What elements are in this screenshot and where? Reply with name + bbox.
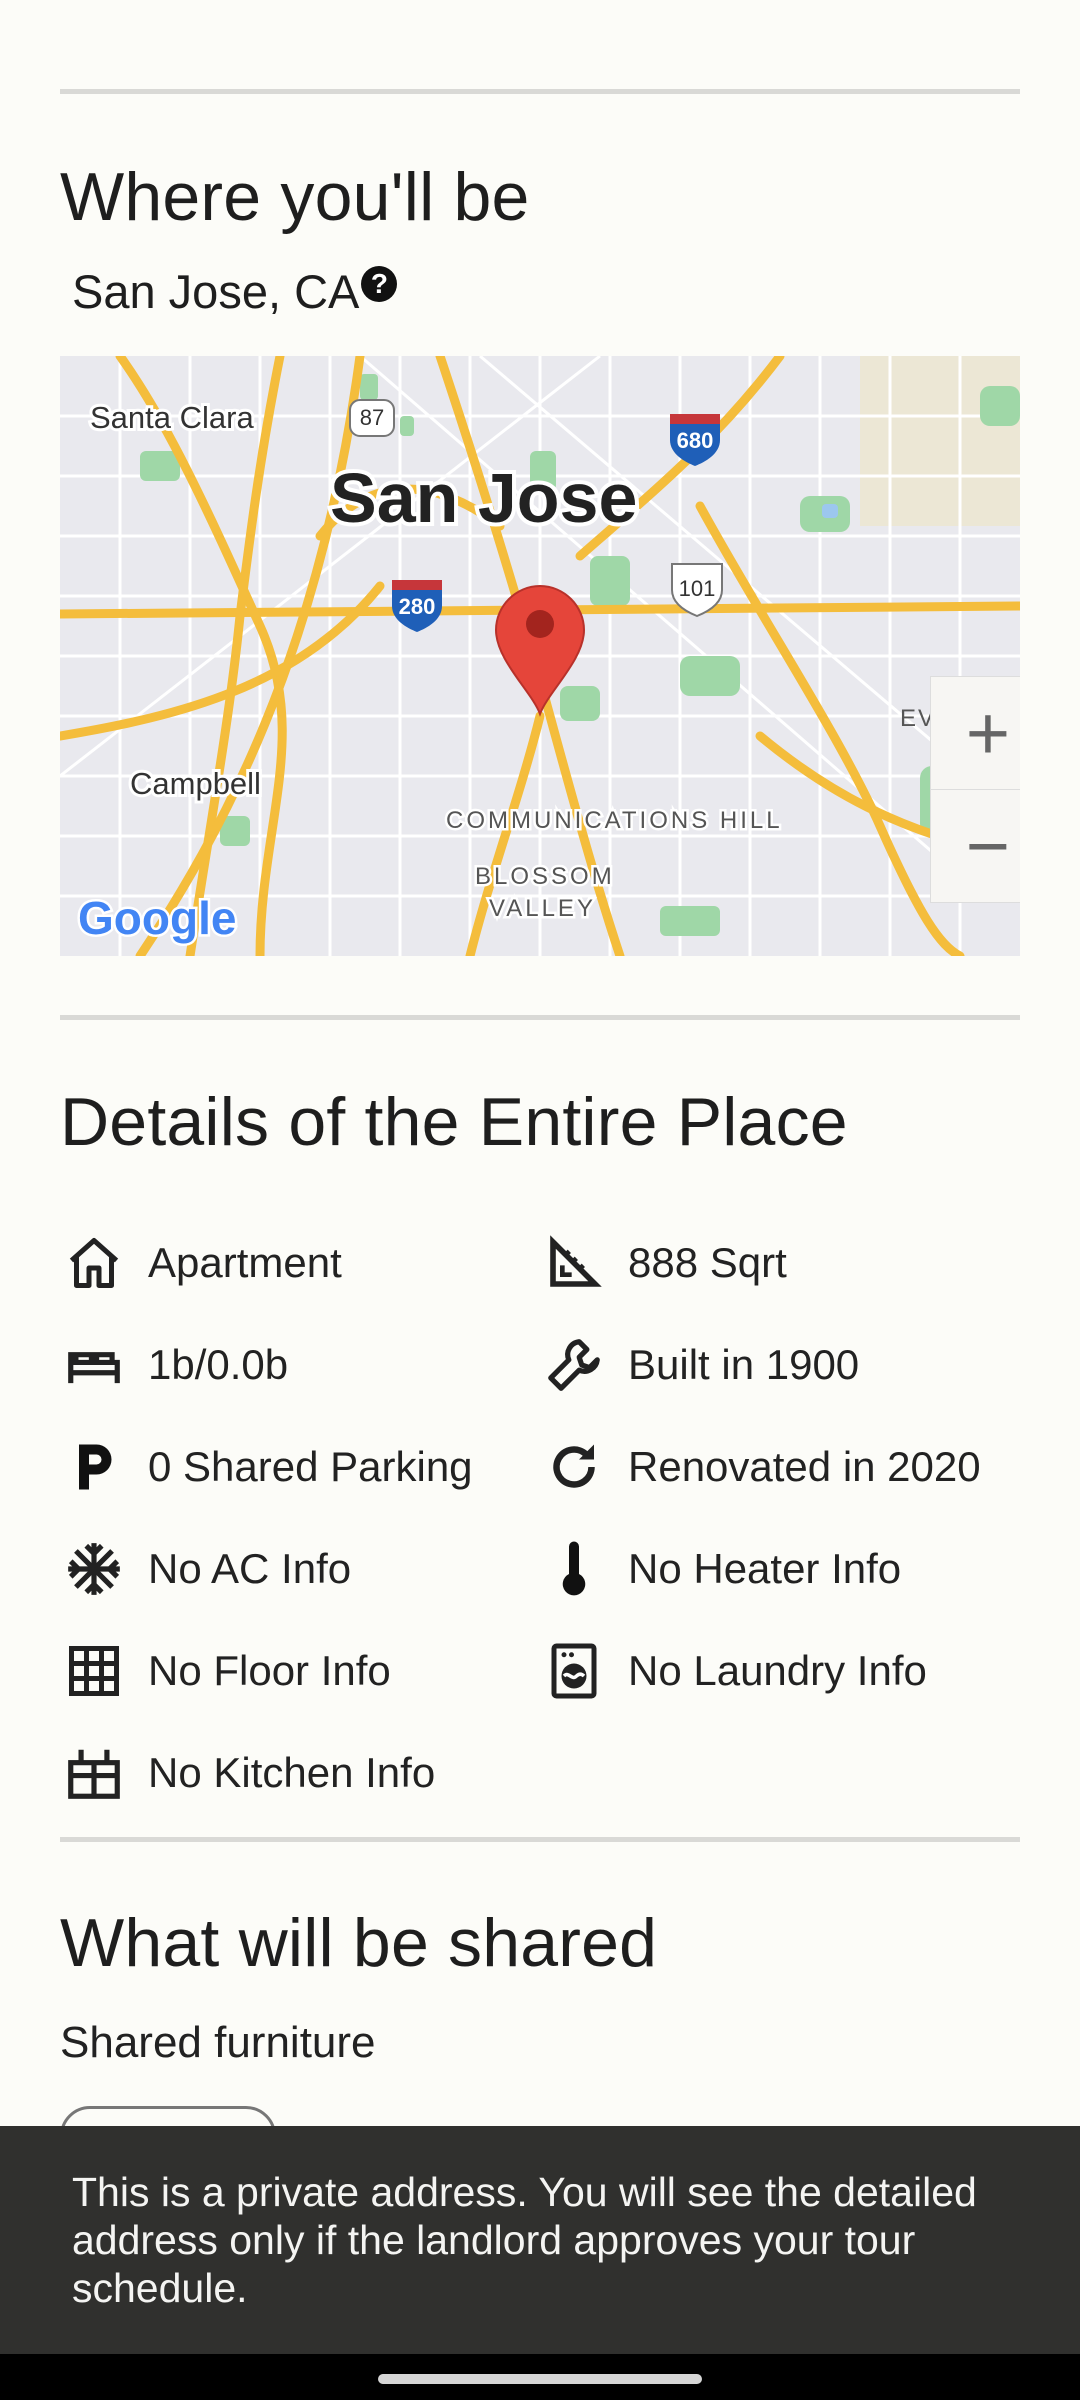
shield-87: 87 (360, 405, 384, 430)
detail-label: Renovated in 2020 (628, 1443, 981, 1490)
detail-property-type: Apartment (62, 1231, 342, 1295)
snackbar: This is a private address. You will see … (0, 2126, 1080, 2354)
detail-label: No Laundry Info (628, 1647, 927, 1694)
section-divider (60, 89, 1020, 94)
map-label-campbell: Campbell (130, 766, 261, 801)
floor-grid-icon (62, 1639, 126, 1703)
detail-heater: No Heater Info (542, 1537, 901, 1601)
refresh-icon (542, 1435, 606, 1499)
section-divider (60, 1837, 1020, 1842)
map-city-label: San Jose (330, 459, 637, 537)
status-bar (0, 0, 1080, 90)
detail-renovated: Renovated in 2020 (542, 1435, 981, 1499)
map-view[interactable]: 87 680 280 101 Santa Clara San Jose Camp… (60, 356, 1020, 956)
detail-ac: No AC Info (62, 1537, 351, 1601)
detail-label: Built in 1900 (628, 1341, 860, 1388)
area-ruler-icon (542, 1231, 606, 1295)
bed-icon (62, 1333, 126, 1397)
detail-label: Apartment (148, 1239, 342, 1286)
detail-label: 888 Sqrt (628, 1239, 787, 1286)
detail-label: No Kitchen Info (148, 1749, 436, 1796)
home-gesture-handle[interactable] (378, 2374, 702, 2384)
snowflake-icon (62, 1537, 126, 1601)
location-text: San Jose, CA (72, 265, 360, 318)
detail-laundry: No Laundry Info (542, 1639, 927, 1703)
where-section-title: Where you'll be (60, 159, 530, 235)
home-icon (62, 1231, 126, 1295)
map-label-santa-clara: Santa Clara (90, 400, 254, 435)
washer-icon (542, 1639, 606, 1703)
detail-label: 1b/0.0b (148, 1341, 289, 1388)
detail-floor: No Floor Info (62, 1639, 391, 1703)
details-section-title: Details of the Entire Place (60, 1084, 848, 1160)
detail-label: 0 Shared Parking (148, 1443, 473, 1490)
map-label-blossom: BLOSSOM (475, 863, 615, 890)
detail-parking: 0 Shared Parking (62, 1435, 473, 1499)
map-canvas: 87 680 280 101 Santa Clara San Jose Camp… (60, 356, 1020, 956)
thermometer-icon (542, 1537, 606, 1601)
detail-kitchen: No Kitchen Info (62, 1741, 435, 1805)
parking-icon (62, 1435, 126, 1499)
snackbar-message: This is a private address. You will see … (72, 2169, 977, 2311)
detail-bed-bath: 1b/0.0b (62, 1333, 288, 1397)
zoom-in-button[interactable]: + (930, 676, 1020, 790)
kitchen-icon (62, 1741, 126, 1805)
shield-280: 280 (399, 594, 436, 619)
map-label-valley: VALLEY (489, 895, 596, 922)
location-row: San Jose, CA ? (72, 264, 398, 319)
wrench-icon (542, 1333, 606, 1397)
shield-680: 680 (677, 428, 714, 453)
zoom-out-button[interactable]: − (930, 789, 1020, 903)
shared-section-title: What will be shared (60, 1905, 658, 1981)
shared-furniture-subtitle: Shared furniture (60, 2018, 376, 2067)
detail-built-year: Built in 1900 (542, 1333, 859, 1397)
shield-101: 101 (679, 576, 716, 601)
detail-label: No Floor Info (148, 1647, 391, 1694)
section-divider (60, 1015, 1020, 1020)
help-icon[interactable]: ? (361, 266, 398, 302)
map-label-communications-hill: COMMUNICATIONS HILL (446, 807, 783, 834)
google-logo: Google (78, 892, 236, 944)
detail-label: No AC Info (148, 1545, 352, 1592)
detail-area: 888 Sqrt (542, 1231, 787, 1295)
detail-label: No Heater Info (628, 1545, 902, 1592)
